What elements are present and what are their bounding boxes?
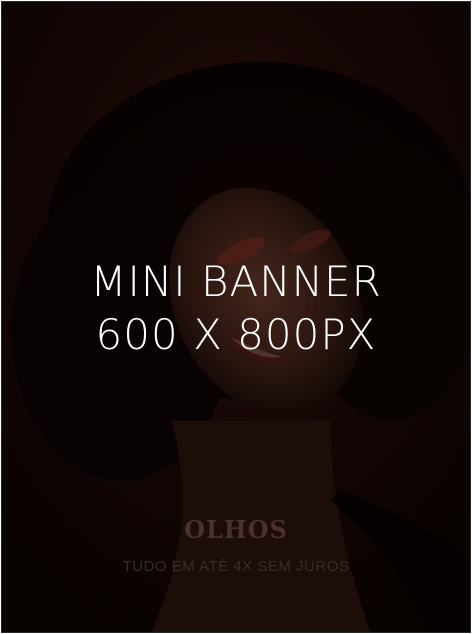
banner-size-label: MINI BANNER 600 X 800PX xyxy=(2,255,470,361)
banner-subtitle: TUDO EM ATÉ 4X SEM JUROS xyxy=(122,558,350,575)
banner-label-line2: 600 X 800PX xyxy=(95,310,377,359)
banner-label-line1: MINI BANNER xyxy=(90,257,382,306)
mini-banner[interactable]: MINI BANNER 600 X 800PX OLHOS TUDO EM AT… xyxy=(1,1,471,633)
banner-title: OLHOS xyxy=(184,515,288,544)
